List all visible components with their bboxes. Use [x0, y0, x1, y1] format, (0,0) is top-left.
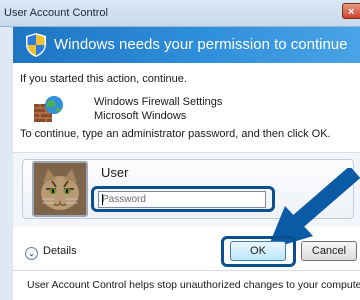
header-banner: Windows needs your permission to continu… [13, 27, 360, 63]
user-name: User [101, 165, 129, 180]
left-strip [0, 27, 13, 300]
cancel-button[interactable]: Cancel [301, 241, 357, 261]
details-label: Details [43, 245, 77, 257]
footer-text: User Account Control helps stop unauthor… [27, 279, 360, 291]
uac-dialog: User Account Control × Windows needs you… [0, 0, 360, 300]
publisher-name: Microsoft Windows [94, 110, 187, 122]
chevron-down-icon: ⌄ [25, 247, 38, 260]
footer-divider [13, 270, 360, 271]
title-bar: User Account Control × [0, 0, 360, 27]
user-avatar [32, 161, 88, 217]
program-name: Windows Firewall Settings [94, 96, 223, 108]
ok-button[interactable]: OK [230, 241, 286, 261]
window-title: User Account Control [4, 7, 108, 19]
firewall-icon [32, 94, 70, 129]
close-button[interactable]: × [342, 3, 360, 19]
text-caret [102, 194, 103, 205]
details-toggle[interactable]: ⌄ Details [25, 245, 77, 260]
instruction-text: To continue, type an administrator passw… [20, 128, 331, 140]
password-input[interactable] [98, 191, 266, 208]
dialog-heading: Windows needs your permission to continu… [54, 36, 348, 53]
intro-text: If you started this action, continue. [20, 73, 187, 85]
uac-shield-icon [25, 32, 47, 63]
